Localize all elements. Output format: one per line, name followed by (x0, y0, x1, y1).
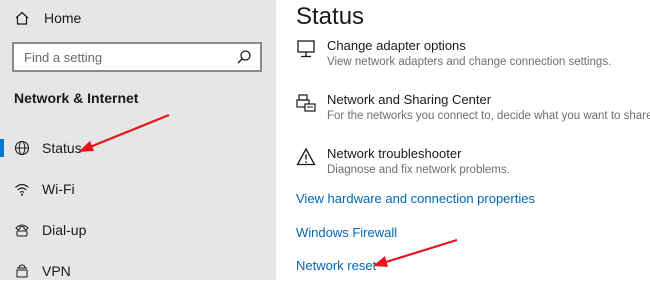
wifi-icon (15, 183, 29, 196)
dialup-icon (15, 224, 29, 237)
main-content: Status Change adapter options View netwo… (276, 0, 650, 280)
sidebar-item-label: Dial-up (42, 222, 87, 238)
change-adapter-options[interactable]: Change adapter options View network adap… (296, 38, 611, 70)
windows-firewall-link[interactable]: Windows Firewall (296, 225, 397, 240)
sidebar-item-label: Wi-Fi (42, 181, 75, 197)
sidebar-item-label: Status (42, 140, 82, 156)
globe-icon (14, 140, 30, 156)
home-icon (15, 11, 29, 25)
section-title: Network & Internet (14, 90, 139, 106)
vpn-icon (16, 264, 28, 278)
page-title: Status (296, 3, 365, 30)
sidebar: Home Find a setting Network & Internet S… (0, 0, 276, 280)
network-troubleshooter[interactable]: Network troubleshooter Diagnose and fix … (296, 146, 510, 178)
sidebar-item-status[interactable]: Status (0, 133, 276, 163)
warning-icon (296, 147, 316, 166)
monitor-icon (297, 40, 315, 58)
entry-title: Network troubleshooter (327, 146, 462, 161)
sidebar-item-vpn[interactable]: VPN (0, 256, 276, 286)
entry-description: For the networks you connect to, decide … (327, 110, 650, 122)
network-sharing-center[interactable]: Network and Sharing Center For the netwo… (296, 92, 650, 124)
search-box[interactable]: Find a setting (12, 42, 262, 72)
printer-share-icon (296, 94, 316, 112)
search-input[interactable]: Find a setting (14, 50, 236, 65)
sidebar-item-wifi[interactable]: Wi-Fi (0, 174, 276, 204)
entry-description: View network adapters and change connect… (327, 56, 612, 68)
search-icon[interactable] (236, 49, 252, 65)
entry-title: Change adapter options (327, 38, 466, 53)
network-reset-link[interactable]: Network reset (296, 258, 376, 273)
sidebar-item-dialup[interactable]: Dial-up (0, 215, 276, 245)
sidebar-item-label: VPN (42, 263, 71, 279)
entry-title: Network and Sharing Center (327, 92, 492, 107)
home-link[interactable]: Home (14, 6, 81, 30)
home-label: Home (44, 10, 82, 26)
view-hardware-properties-link[interactable]: View hardware and connection properties (296, 191, 535, 206)
entry-description: Diagnose and fix network problems. (327, 164, 510, 176)
